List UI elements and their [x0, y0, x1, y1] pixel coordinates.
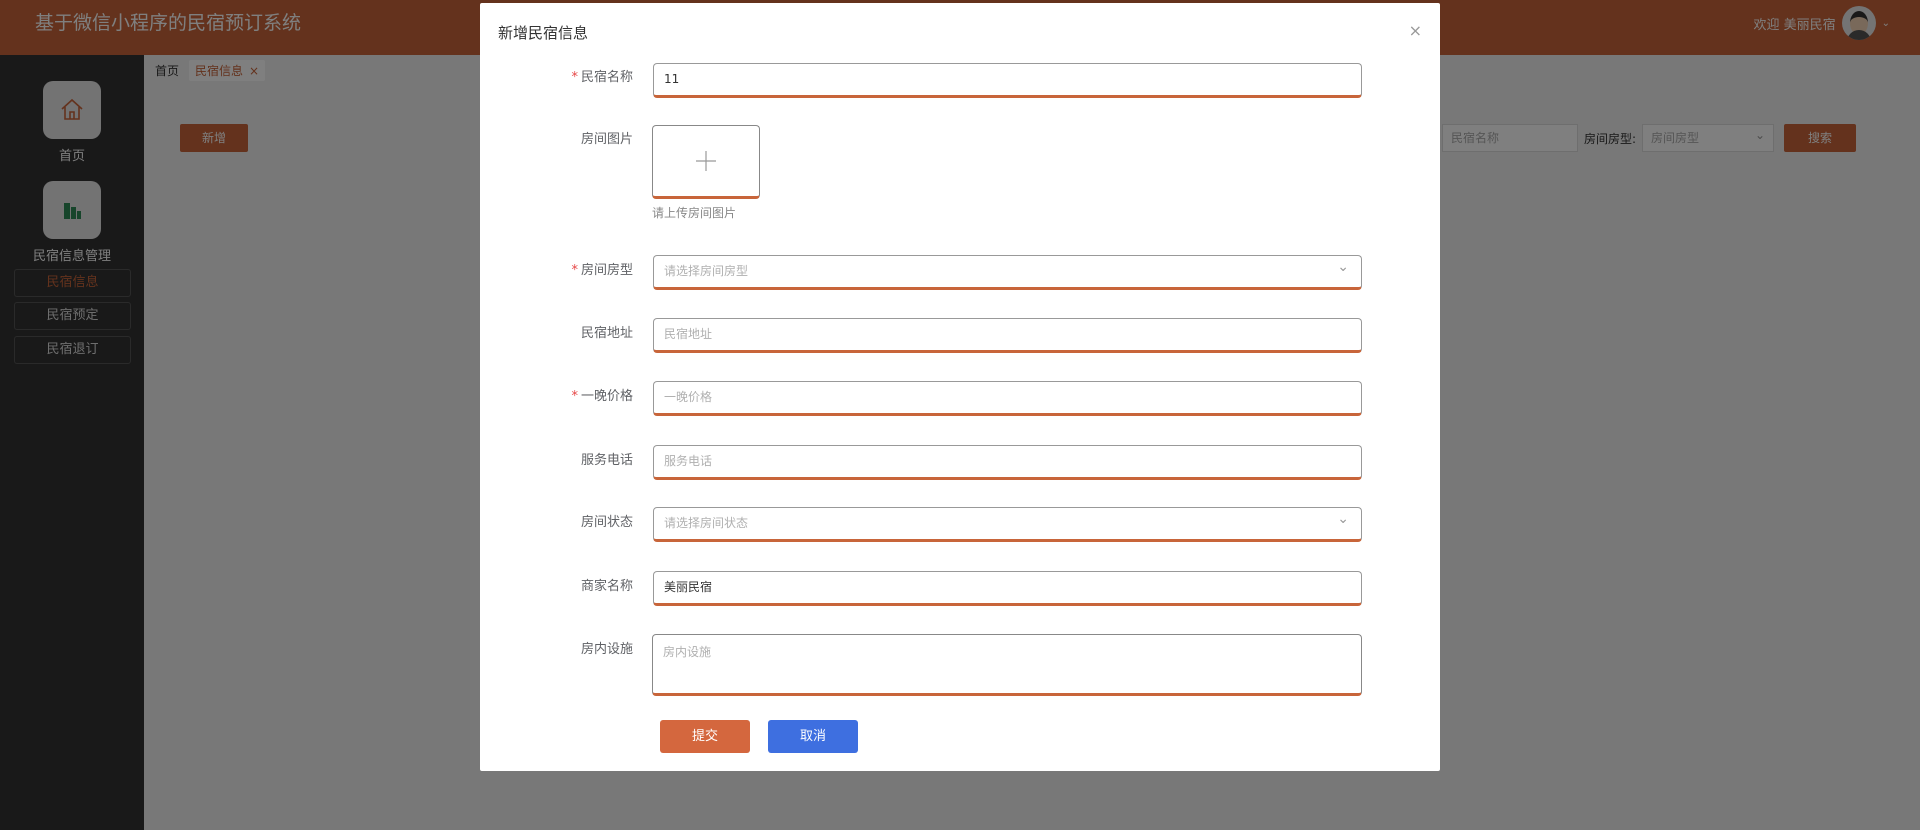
status-label: 房间状态 [580, 515, 633, 530]
address-field[interactable]: 民宿地址 [653, 318, 1362, 353]
required-mark: * [571, 70, 578, 85]
submit-button[interactable]: 提交 [660, 720, 750, 753]
dialog-title: 新增民宿信息 [498, 24, 589, 42]
add-dialog: 新增民宿信息 × * 民宿名称 11 房间图片 请上传房间图片 * 房间房型 请选择… [480, 3, 1440, 771]
merchant-label: 商家名称 [580, 579, 633, 594]
phone-field[interactable]: 服务电话 [653, 445, 1362, 480]
merchant-field[interactable]: 美丽民宿 [653, 571, 1362, 606]
room-type-field-label: * 房间房型 [571, 263, 633, 278]
close-icon[interactable]: × [1409, 21, 1422, 40]
facilities-field[interactable]: 房内设施 [652, 634, 1362, 696]
plus-icon [696, 151, 716, 171]
room-type-field[interactable]: 请选择房间房型 [653, 252, 1362, 290]
phone-label: 服务电话 [580, 453, 633, 468]
cancel-button[interactable]: 取消 [768, 720, 858, 753]
status-field[interactable]: 请选择房间状态 [653, 504, 1362, 542]
upload-hint: 请上传房间图片 [652, 206, 737, 220]
address-label: 民宿地址 [580, 326, 633, 341]
price-field[interactable]: 一晚价格 [653, 381, 1362, 416]
image-label: 房间图片 [580, 132, 633, 147]
name-field[interactable]: 11 [653, 63, 1362, 98]
name-label: * 民宿名称 [571, 70, 633, 85]
image-upload[interactable] [652, 125, 760, 199]
facilities-label: 房内设施 [580, 642, 633, 657]
price-label: * 一晚价格 [571, 389, 633, 404]
